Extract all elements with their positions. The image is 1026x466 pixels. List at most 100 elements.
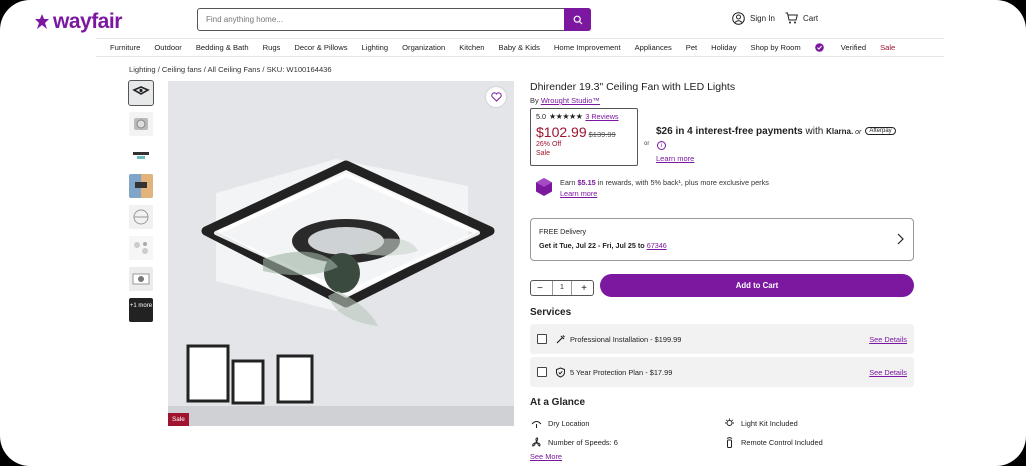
price-value: $102.99 [536,124,587,140]
cart-label: Cart [803,13,819,23]
cart-icon [785,12,798,24]
protection-details-link[interactable]: See Details [869,368,907,377]
feature-speeds: Number of Speeds: 6 [530,436,618,448]
installation-label: Professional Installation - $199.99 [570,334,682,344]
breadcrumb[interactable]: Lighting / Ceiling fans / All Ceiling Fa… [129,65,332,74]
rewards-learn-more-link[interactable]: Learn more [560,189,597,198]
installation-details-link[interactable]: See Details [869,335,907,344]
search-icon [573,15,582,24]
delivery-box[interactable]: FREE Delivery Get it Tue, Jul 22 - Fri, … [530,218,914,261]
sign-in-button[interactable]: Sign In [732,12,775,25]
rewards-suffix: in rewards, with 5% back¹, plus more exc… [595,178,769,187]
search-input[interactable] [198,9,564,30]
nav-verified-label: Verified [840,43,867,52]
nav-lighting[interactable]: Lighting [362,43,389,52]
nav-rugs[interactable]: Rugs [263,43,281,52]
wishlist-button[interactable] [486,87,506,107]
nav-shop-by-room[interactable]: Shop by Room [751,43,801,52]
nav-bedding-bath[interactable]: Bedding & Bath [196,43,249,52]
nav-home-improvement[interactable]: Home Improvement [554,43,621,52]
wayfair-logo[interactable]: wayfair [33,10,122,34]
see-more-link[interactable]: See More [530,452,562,461]
search-bar [197,8,591,31]
sale-badge: Sale [168,413,189,426]
nav-sale[interactable]: Sale [880,43,895,52]
dry-location-icon [530,417,542,429]
nav-decor-pillows[interactable]: Decor & Pillows [294,43,347,52]
thumbnail-2[interactable] [129,112,153,136]
rewards-banner: Earn $5.15 in rewards, with 5% back¹, pl… [535,177,769,199]
nav-baby-kids[interactable]: Baby & Kids [499,43,540,52]
info-icon[interactable]: i [657,141,666,150]
nav-outdoor[interactable]: Outdoor [154,43,181,52]
services-heading: Services [530,307,572,318]
search-button[interactable] [564,8,591,31]
account-icon [732,12,745,25]
tools-icon [554,333,566,345]
feature-label: Remote Control Included [741,437,823,447]
category-nav: Furniture Outdoor Bedding & Bath Rugs De… [96,38,944,57]
current-price: $102.99 $139.99 [536,124,632,140]
fan-thumbnail-image [129,267,153,291]
thumbnail-6[interactable] [129,236,153,260]
feature-dry-location: Dry Location [530,417,590,429]
light-kit-icon [723,417,735,429]
reviews-link[interactable]: 3 Reviews [585,112,618,121]
feature-label: Dry Location [548,418,590,428]
brand-link[interactable]: Wrought Studio™ [541,96,600,105]
page-frame: wayfair Sign In Cart Furniture Outdoor B… [0,0,1026,466]
feature-light-kit: Light Kit Included [723,417,798,429]
thumbnail-4[interactable] [129,174,153,198]
delivery-label: FREE Delivery [539,227,587,236]
add-to-cart-button[interactable]: Add to Cart [600,274,914,297]
by-prefix: By [530,96,539,105]
ceiling-fan-image [168,81,514,426]
rating-row: 5.0 ★★★★★ 3 Reviews [536,112,632,121]
service-protection: 5 Year Protection Plan - $17.99 See Deta… [530,357,914,387]
service-installation: Professional Installation - $199.99 See … [530,324,914,354]
fan-thumbnail-image [129,112,153,136]
logo-text: wayfair [53,10,122,33]
protection-checkbox[interactable] [537,367,547,377]
thumbnail-5[interactable] [129,205,153,229]
product-main-image[interactable]: Sale [168,81,514,426]
cart-button[interactable]: Cart [785,12,818,24]
quantity-stepper: − 1 + [530,280,594,296]
afterpay-logo: Afterpay [865,127,896,136]
rewards-gem-icon [536,178,552,196]
delivery-date: Get it Tue, Jul 22 - Fri, Jul 25 to 6734… [539,241,905,250]
installment-desc: in 4 interest-free payments [672,126,803,137]
feature-label: Number of Speeds: 6 [548,437,618,447]
thumbnail-7[interactable] [129,267,153,291]
installment-text: $26 in 4 interest-free payments with Kla… [656,126,896,137]
old-price: $139.99 [588,130,616,139]
increase-quantity-button[interactable]: + [575,281,593,295]
nav-pet[interactable]: Pet [686,43,697,52]
rewards-prefix: Earn [560,178,578,187]
quantity-value[interactable]: 1 [552,281,572,295]
fan-thumbnail-image [129,81,153,105]
thumbnail-3[interactable] [129,143,153,167]
installation-checkbox[interactable] [537,334,547,344]
nav-holiday[interactable]: Holiday [711,43,736,52]
nav-kitchen[interactable]: Kitchen [459,43,484,52]
fan-thumbnail-image [129,143,153,167]
zip-code-link[interactable]: 67346 [647,241,667,250]
remote-control-icon [723,436,735,448]
or-label: or [644,141,650,147]
discount-label: 26% Off [536,141,562,148]
learn-more-link[interactable]: Learn more [656,154,694,163]
thumbnail-1[interactable] [128,80,154,106]
feature-remote: Remote Control Included [723,436,823,448]
nav-verified[interactable]: Verified [814,43,867,52]
klarna-logo: Klarna. [826,127,854,136]
nav-furniture[interactable]: Furniture [110,43,140,52]
installment-amount: $26 [656,126,673,137]
star-rating-icon: ★★★★★ [549,112,583,121]
nav-organization[interactable]: Organization [402,43,445,52]
sign-in-label: Sign In [750,14,775,23]
decrease-quantity-button[interactable]: − [531,281,549,295]
nav-appliances[interactable]: Appliances [635,43,672,52]
price-box: 5.0 ★★★★★ 3 Reviews $102.99 $139.99 26% O… [530,108,638,166]
more-images-button[interactable]: +1 more [129,298,153,322]
